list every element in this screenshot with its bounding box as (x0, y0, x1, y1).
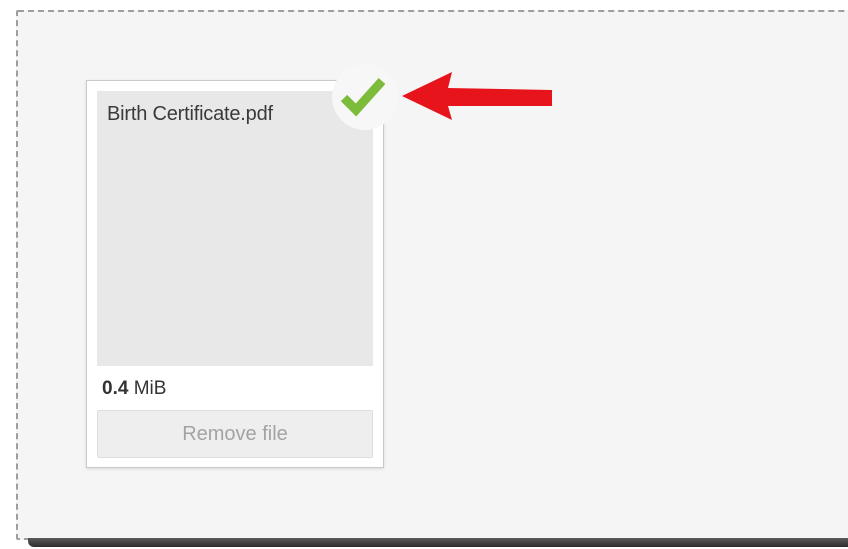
file-size-value: 0.4 (102, 378, 129, 399)
red-arrow-icon (402, 72, 552, 120)
checkmark-icon (340, 77, 386, 117)
remove-file-button[interactable]: Remove file (97, 410, 373, 458)
file-thumbnail: Birth Certificate.pdf (97, 91, 373, 366)
upload-success-badge (332, 64, 398, 130)
file-preview-card: Birth Certificate.pdf 0.4 MiB Remove fil… (86, 80, 384, 468)
dropzone-shadow (28, 538, 848, 547)
file-size: 0.4 MiB (102, 378, 166, 400)
file-size-unit: MiB (133, 378, 167, 399)
file-name: Birth Certificate.pdf (107, 103, 273, 125)
